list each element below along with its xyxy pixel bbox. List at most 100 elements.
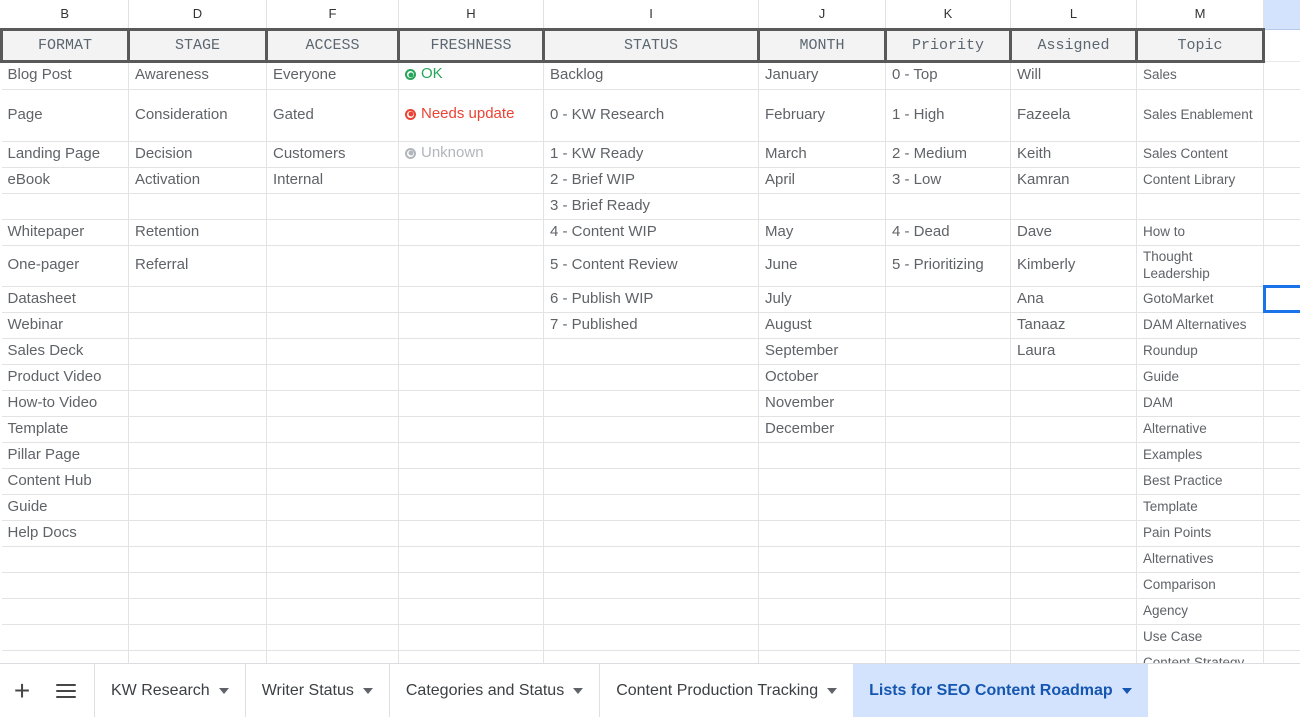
cell-topic[interactable]: Best Practice	[1136, 468, 1264, 495]
cell-status[interactable]	[543, 442, 759, 469]
cell-stage[interactable]	[128, 546, 267, 573]
header-cell-format[interactable]: FORMAT	[0, 27, 130, 63]
header-cell-access[interactable]: ACCESS	[265, 27, 400, 63]
cell-assigned[interactable]	[1010, 546, 1137, 573]
header-cell-month[interactable]: MONTH	[757, 27, 887, 63]
cell-topic[interactable]: DAM Alternatives	[1136, 312, 1264, 339]
cell-format[interactable]	[1, 193, 129, 220]
column-header-D[interactable]: D	[128, 0, 267, 30]
cell-access[interactable]	[266, 468, 399, 495]
column-header-selected[interactable]	[1263, 0, 1300, 30]
cell-freshness[interactable]	[398, 546, 544, 573]
cell-stage[interactable]	[128, 312, 267, 339]
cell-empty[interactable]	[1263, 598, 1300, 625]
cell-assigned[interactable]: Laura	[1010, 338, 1137, 365]
cell-month[interactable]: December	[758, 416, 886, 443]
cell-status[interactable]: 0 - KW Research	[543, 89, 759, 142]
cell-stage[interactable]: Referral	[128, 245, 267, 287]
cell-stage[interactable]: Awareness	[128, 61, 267, 90]
cell-format[interactable]: Template	[1, 416, 129, 443]
column-header-J[interactable]: J	[758, 0, 886, 30]
cell-stage[interactable]	[128, 572, 267, 599]
cell-stage[interactable]	[128, 364, 267, 391]
cell-empty[interactable]	[1263, 61, 1300, 90]
cell-topic[interactable]	[1136, 193, 1264, 220]
cell-empty[interactable]	[1263, 364, 1300, 391]
cell-assigned[interactable]: Will	[1010, 61, 1137, 90]
cell-priority[interactable]	[885, 312, 1011, 339]
cell-access[interactable]	[266, 390, 399, 417]
chevron-down-icon[interactable]	[218, 687, 229, 694]
cell-stage[interactable]	[128, 390, 267, 417]
cell-priority[interactable]: 0 - Top	[885, 61, 1011, 90]
column-header-B[interactable]: B	[1, 0, 129, 30]
cell-assigned[interactable]	[1010, 416, 1137, 443]
cell-access[interactable]	[266, 364, 399, 391]
cell-status[interactable]	[543, 598, 759, 625]
cell-format[interactable]: How-to Video	[1, 390, 129, 417]
cell-stage[interactable]	[128, 598, 267, 625]
cell-priority[interactable]	[885, 442, 1011, 469]
column-header-I[interactable]: I	[543, 0, 759, 30]
cell-empty[interactable]	[1263, 89, 1300, 142]
cell-assigned[interactable]: Kimberly	[1010, 245, 1137, 287]
cell-priority[interactable]	[885, 338, 1011, 365]
cell-status[interactable]	[543, 546, 759, 573]
cell-topic[interactable]: Alternative	[1136, 416, 1264, 443]
cell-freshness[interactable]	[398, 624, 544, 651]
cell-status[interactable]: 4 - Content WIP	[543, 219, 759, 246]
cell-assigned[interactable]	[1010, 598, 1137, 625]
cell-month[interactable]	[758, 650, 886, 663]
cell-assigned[interactable]: Fazeela	[1010, 89, 1137, 142]
cell-month[interactable]: April	[758, 167, 886, 194]
cell-stage[interactable]	[128, 442, 267, 469]
cell-freshness[interactable]	[398, 468, 544, 495]
cell-freshness[interactable]	[398, 167, 544, 194]
cell-empty[interactable]	[1263, 167, 1300, 194]
spreadsheet-grid[interactable]: B D F H I J K L M FORMAT STAGE ACCESS FR…	[0, 0, 1300, 663]
cell-freshness[interactable]: OK	[398, 61, 544, 90]
cell-format[interactable]: Help Docs	[1, 520, 129, 547]
cell-freshness[interactable]	[398, 390, 544, 417]
cell-empty[interactable]	[1263, 312, 1300, 339]
cell-status[interactable]	[543, 364, 759, 391]
cell-access[interactable]: Everyone	[266, 61, 399, 90]
column-header-M[interactable]: M	[1136, 0, 1264, 30]
cell-month[interactable]	[758, 442, 886, 469]
cell-priority[interactable]: 1 - High	[885, 89, 1011, 142]
cell-priority[interactable]: 4 - Dead	[885, 219, 1011, 246]
cell-stage[interactable]	[128, 494, 267, 521]
cell-format[interactable]	[1, 546, 129, 573]
cell-stage[interactable]	[128, 468, 267, 495]
cell-month[interactable]: August	[758, 312, 886, 339]
cell-empty[interactable]	[1263, 650, 1300, 663]
cell-access[interactable]: Gated	[266, 89, 399, 142]
cell-status[interactable]	[543, 520, 759, 547]
cell-empty[interactable]	[1263, 572, 1300, 599]
cell-empty[interactable]	[1263, 193, 1300, 220]
cell-month[interactable]	[758, 598, 886, 625]
sheet-tab-categories-and-status[interactable]: Categories and Status	[388, 663, 599, 717]
cell-empty[interactable]	[1263, 141, 1300, 168]
cell-format[interactable]: Landing Page	[1, 141, 129, 168]
cell-assigned[interactable]: Tanaaz	[1010, 312, 1137, 339]
cell-priority[interactable]: 2 - Medium	[885, 141, 1011, 168]
cell-priority[interactable]	[885, 624, 1011, 651]
cell-topic[interactable]: Sales Content	[1136, 141, 1264, 168]
cell-month[interactable]: July	[758, 286, 886, 313]
cell-status[interactable]: 1 - KW Ready	[543, 141, 759, 168]
cell-freshness[interactable]	[398, 650, 544, 663]
cell-priority[interactable]: 3 - Low	[885, 167, 1011, 194]
cell-freshness[interactable]	[398, 598, 544, 625]
cell-status[interactable]: 6 - Publish WIP	[543, 286, 759, 313]
cell-access[interactable]	[266, 442, 399, 469]
cell-assigned[interactable]	[1010, 494, 1137, 521]
cell-topic[interactable]: Use Case	[1136, 624, 1264, 651]
cell-topic[interactable]: Guide	[1136, 364, 1264, 391]
cell-status[interactable]	[543, 390, 759, 417]
cell-freshness[interactable]	[398, 338, 544, 365]
cell-freshness[interactable]	[398, 286, 544, 313]
cell-priority[interactable]	[885, 390, 1011, 417]
cell-month[interactable]	[758, 572, 886, 599]
cell-status[interactable]	[543, 624, 759, 651]
